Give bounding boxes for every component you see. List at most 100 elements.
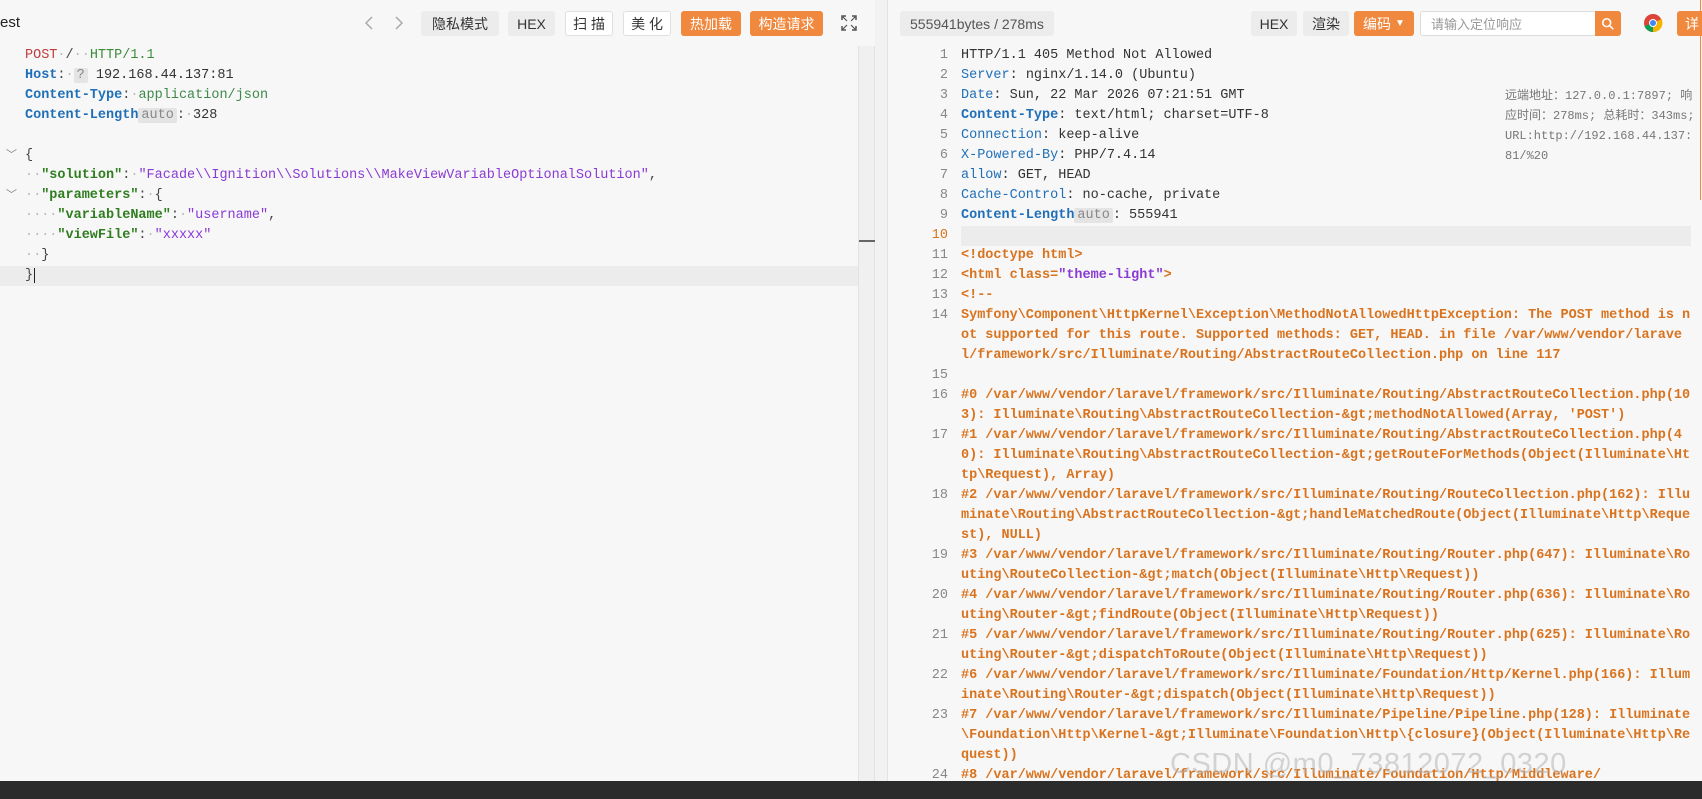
line-number: 4 [939, 108, 948, 123]
line-number: 12 [931, 268, 948, 283]
line-number: 22 [931, 668, 948, 683]
hex-button[interactable]: HEX [508, 11, 555, 36]
json-variable-line: ····"variableName":·"username", [25, 208, 277, 223]
response-header: Content-Length auto: 555941 [961, 208, 1178, 223]
line-number: 16 [931, 388, 948, 403]
stack-frame: #0 /var/www/vendor/laravel/framework/src… [961, 388, 1691, 423]
render-button[interactable]: 渲染 [1303, 11, 1349, 36]
html-doctype: <!doctype html> [961, 248, 1083, 263]
locate-response-input[interactable]: 请输入定位响应 [1420, 11, 1602, 36]
json-close-inner: ··} [25, 248, 50, 263]
header-chip[interactable]: auto [138, 108, 177, 123]
taskbar [0, 781, 1702, 799]
line-number: 10 [931, 228, 948, 243]
json-key: "viewFile" [57, 228, 139, 243]
empty-line [961, 226, 1691, 246]
header-chip[interactable]: auto [1074, 208, 1113, 223]
json-parameters-line: ··"parameters":·{ [25, 188, 163, 203]
response-meta-info: 远端地址：127.0.0.1:7897; 响应时间：278ms; 总耗时：343… [1505, 86, 1695, 166]
detail-button[interactable]: 详 [1677, 11, 1702, 36]
json-viewfile-line: ····"viewFile":·"xxxxx" [25, 228, 212, 243]
line-number: 1 [939, 48, 948, 63]
json-key: "variableName" [57, 208, 171, 223]
fold-toggle-icon[interactable]: ﹀ [6, 146, 18, 166]
request-scrollbar[interactable] [858, 46, 875, 781]
json-solution-line: ··"solution":·"Facade\\Ignition\\Solutio… [25, 168, 657, 183]
header-value: 192.168.44.137:81 [95, 68, 234, 83]
header-host: Host:·? 192.168.44.137:81 [25, 68, 234, 83]
html-open: <html class="theme-light"> [961, 268, 1172, 283]
response-size-time: 555941bytes / 278ms [900, 11, 1054, 36]
line-number: 11 [931, 248, 948, 263]
line-number: 3 [939, 88, 948, 103]
html-comment-open: <!-- [961, 288, 994, 303]
stack-frame: #4 /var/www/vendor/laravel/framework/src… [961, 588, 1691, 623]
line-number: 17 [931, 428, 948, 443]
response-pane: 555941bytes / 278ms HEX 渲染 编码 ▼ 请输入定位响应 详… [887, 0, 1702, 781]
chevron-down-icon: ▼ [1395, 18, 1405, 29]
search-button[interactable] [1595, 11, 1621, 36]
stack-frame: #7 /var/www/vendor/laravel/framework/src… [961, 708, 1691, 763]
chrome-browser-icon[interactable] [1643, 13, 1663, 33]
expand-icon[interactable] [840, 14, 858, 32]
scan-button[interactable]: 扫 描 [565, 11, 613, 36]
hot-reload-button[interactable]: 热加载 [681, 11, 741, 36]
json-key: "solution" [41, 168, 123, 183]
header-content-length: Content-Length auto:·328 [25, 108, 218, 123]
stack-frame: #1 /var/www/vendor/laravel/framework/src… [961, 428, 1691, 483]
line-number: 2 [939, 68, 948, 83]
line-number: 19 [931, 548, 948, 563]
header-value: application/json [138, 88, 269, 103]
privacy-mode-button[interactable]: 隐私模式 [421, 11, 499, 36]
json-open-brace: { [25, 148, 34, 163]
request-editor[interactable]: POST·/··HTTP/1.1 Host:·? 192.168.44.137:… [0, 46, 858, 781]
stack-frame: #8 /var/www/vendor/laravel/framework/src… [961, 768, 1602, 781]
stack-frame: #3 /var/www/vendor/laravel/framework/src… [961, 548, 1691, 583]
fold-toggle-icon[interactable]: ﹀ [6, 186, 18, 206]
request-toolbar: est 隐私模式 HEX 扫 描 美 化 热加载 构造请求 [0, 0, 875, 46]
header-key: Content-Type [25, 88, 123, 103]
stack-frame: #5 /var/www/vendor/laravel/framework/src… [961, 628, 1691, 663]
request-tab-title[interactable]: est [0, 14, 20, 31]
line-number: 5 [939, 128, 948, 143]
json-close-line: } [0, 266, 858, 286]
response-header: allow: GET, HEAD [961, 168, 1091, 183]
header-key: Content-Length [25, 108, 139, 123]
header-chip[interactable]: ? [73, 68, 88, 83]
request-path: / [65, 48, 74, 63]
response-header: Server: nginx/1.14.0 (Ubuntu) [961, 68, 1196, 83]
request-line: POST·/··HTTP/1.1 [25, 48, 155, 63]
response-hex-button[interactable]: HEX [1251, 11, 1297, 36]
json-key: "parameters" [41, 188, 139, 203]
request-version: HTTP/1.1 [89, 48, 155, 63]
line-number: 9 [939, 208, 948, 223]
beautify-button[interactable]: 美 化 [623, 11, 671, 36]
request-method: POST [25, 48, 58, 63]
header-content-type: Content-Type:·application/json [25, 88, 269, 103]
json-string: "xxxxx" [154, 228, 212, 243]
response-editor[interactable]: 1 2 3 4 5 6 7 8 9 10 11 12 13 14 15 16 1… [888, 46, 1702, 781]
response-header: Cache-Control: no-cache, private [961, 188, 1221, 203]
back-arrow-icon[interactable] [360, 12, 378, 34]
status-line: HTTP/1.1 405 Method Not Allowed [961, 48, 1213, 63]
encoding-dropdown[interactable]: 编码 ▼ [1354, 11, 1414, 36]
line-number: 20 [931, 588, 948, 603]
construct-request-button[interactable]: 构造请求 [750, 11, 823, 36]
line-number: 15 [931, 368, 948, 383]
request-pane: est 隐私模式 HEX 扫 描 美 化 热加载 构造请求 POST·/··HT… [0, 0, 875, 781]
exception-message: Symfony\Component\HttpKernel\Exception\M… [961, 308, 1691, 363]
line-number: 18 [931, 488, 948, 503]
line-number: 21 [931, 628, 948, 643]
line-number: 23 [931, 708, 948, 723]
line-number: 6 [939, 148, 948, 163]
stack-frame: #6 /var/www/vendor/laravel/framework/src… [961, 668, 1691, 703]
line-number: 7 [939, 168, 948, 183]
line-number: 14 [931, 308, 948, 323]
forward-arrow-icon[interactable] [390, 12, 408, 34]
line-number: 24 [931, 768, 948, 781]
header-key: Host [25, 68, 58, 83]
json-string: "Facade\\Ignition\\Solutions\\MakeViewVa… [138, 168, 649, 183]
line-number: 8 [939, 188, 948, 203]
json-string: "username" [187, 208, 269, 223]
header-value: 328 [193, 108, 218, 123]
